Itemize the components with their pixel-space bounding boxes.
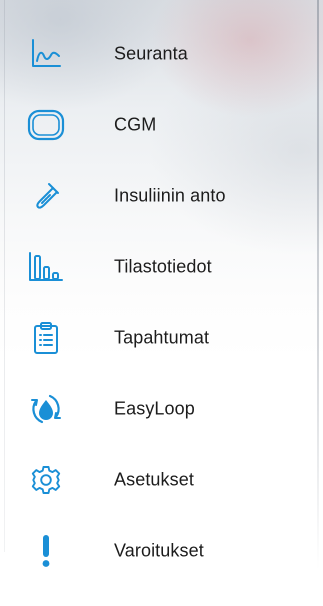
exclamation-icon (24, 531, 68, 571)
menu-item-insuliinin-anto[interactable]: Insuliinin anto (0, 160, 320, 231)
navigation-menu: Seuranta CGM Insuliinin anto Tilastotied… (0, 18, 320, 586)
clipboard-list-icon (24, 318, 68, 358)
menu-item-label: EasyLoop (114, 398, 195, 418)
insulin-pump-icon (24, 176, 68, 216)
trend-chart-icon (24, 34, 68, 74)
menu-item-label: Seuranta (114, 43, 188, 63)
menu-item-tilastotiedot[interactable]: Tilastotiedot (0, 231, 320, 302)
gear-icon (24, 460, 68, 500)
menu-item-varoitukset[interactable]: Varoitukset (0, 515, 320, 586)
menu-item-label: Varoitukset (114, 540, 204, 560)
menu-item-easyloop[interactable]: EasyLoop (0, 373, 320, 444)
menu-item-asetukset[interactable]: Asetukset (0, 444, 320, 515)
menu-item-label: CGM (114, 114, 157, 134)
menu-item-label: Asetukset (114, 469, 194, 489)
menu-item-tapahtumat[interactable]: Tapahtumat (0, 302, 320, 373)
menu-item-cgm[interactable]: CGM (0, 89, 320, 160)
drop-cycle-icon (24, 389, 68, 429)
menu-item-seuranta[interactable]: Seuranta (0, 18, 320, 89)
menu-item-label: Tapahtumat (114, 327, 210, 347)
menu-item-label: Tilastotiedot (114, 256, 212, 276)
cgm-sensor-icon (24, 105, 68, 145)
menu-item-label: Insuliinin anto (114, 185, 226, 205)
bar-chart-icon (24, 247, 68, 287)
